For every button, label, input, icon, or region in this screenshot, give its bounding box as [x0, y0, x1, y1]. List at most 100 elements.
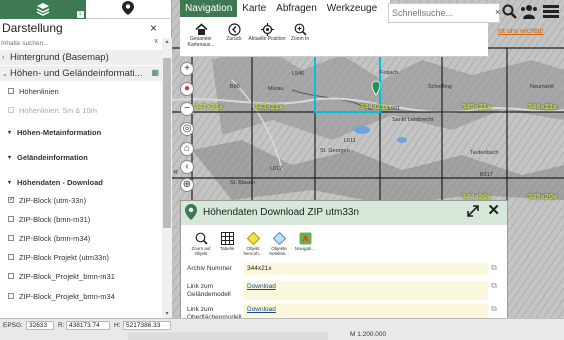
location-pin-button[interactable]: ●: [180, 82, 194, 96]
layer-checkbox[interactable]: [8, 216, 14, 222]
layer-list-scrollbar[interactable]: ▴ ▾: [162, 38, 172, 318]
popup-tool-label: Zoom auf Objekt: [191, 246, 211, 256]
r-value: 438173.74: [66, 321, 110, 330]
zoom-to-object-icon: [195, 232, 208, 245]
layer-zip-block-bmn-m31[interactable]: ZIP-Block (bmn-m31): [0, 213, 162, 225]
popup-title: Höhendaten Download ZIP utm33n: [203, 207, 360, 218]
home-button[interactable]: ⌂: [180, 142, 194, 156]
location-tab[interactable]: [85, 0, 171, 19]
close-popup-button[interactable]: ✕: [487, 203, 500, 219]
layers-tab[interactable]: 1: [0, 0, 86, 19]
layer-checkbox[interactable]: [8, 293, 14, 299]
attribute-row-gelaendemodell: Link zum Geländemodell Download ⧉: [184, 281, 500, 301]
popup-header: Höhendaten Download ZIP utm33n ✕: [181, 201, 507, 225]
panel-title: Darstellung: [2, 21, 63, 35]
zoom-box-button[interactable]: ◎: [180, 122, 194, 136]
collapse-panel-button[interactable]: «: [173, 166, 178, 176]
layer-hoehenlinien[interactable]: Höhenlinien: [0, 85, 162, 97]
road-label: L611: [344, 138, 356, 144]
layer-search-input[interactable]: [0, 38, 150, 49]
back-button[interactable]: ‹: [180, 160, 194, 174]
group-label: Hintergrund (Basemap): [10, 52, 109, 63]
copy-icon[interactable]: ⧉: [488, 263, 500, 275]
clear-search-icon[interactable]: x: [155, 38, 159, 45]
grid-label: 346x21x: [528, 102, 558, 111]
maximize-icon[interactable]: [467, 205, 479, 219]
layer-label: ZIP-Block (bmn-m31): [19, 214, 91, 224]
zoom-in-icon: [293, 22, 307, 36]
road-label: B317: [480, 172, 493, 178]
layer-label: ZIP-Block_Projekt_bmn-m34: [19, 291, 115, 301]
tab-abfragen[interactable]: Abfragen: [271, 0, 322, 17]
ribbon-tabs: Navigation Karte Abfragen Werkzeuge: [180, 0, 390, 17]
quick-search: [388, 3, 500, 23]
layer-zip-block-projekt-utm33n[interactable]: ZIP-Block Projekt (utm33n): [0, 251, 162, 263]
users-icon[interactable]: [520, 4, 538, 21]
group-elevation[interactable]: ⌄ Höhen- und Geländeinformati... ▦: [0, 66, 162, 81]
copy-icon[interactable]: ⧉: [488, 281, 500, 300]
status-bar: EPSG: 32633 R: 438173.74 H: 5217386.33 M…: [0, 318, 564, 340]
popup-tool-label: Navigati...: [294, 246, 315, 251]
road-label: L501: [388, 106, 401, 112]
attribute-key: Archiv Nummer: [184, 263, 244, 275]
group-gelaendeinformation[interactable]: ▾ Geländeinformation: [0, 151, 162, 163]
grid-label: 345x21x: [462, 102, 492, 111]
clear-quick-search-icon[interactable]: ×: [495, 7, 500, 17]
table-button[interactable]: Tabelle: [214, 232, 240, 251]
quick-search-input[interactable]: [389, 4, 489, 22]
layer-checkbox[interactable]: [8, 107, 14, 113]
layer-zip-block-utm33n[interactable]: ✓ ZIP-Block (utm-33n): [0, 194, 162, 206]
highlight-object-button[interactable]: Objekt hervorh...: [240, 231, 266, 256]
layer-checkbox[interactable]: [8, 273, 14, 279]
layer-label: ZIP-Block (utm-33n): [19, 195, 87, 205]
search-icon[interactable]: [502, 4, 517, 21]
download-link-oberflaechenmodell[interactable]: Download: [247, 306, 276, 313]
scroll-up-icon[interactable]: ▴: [162, 38, 172, 46]
scroll-thumb[interactable]: [163, 58, 171, 228]
layer-checkbox[interactable]: [8, 235, 14, 241]
layer-label: ZIP-Block_Projekt_bmn-m31: [19, 271, 115, 281]
menu-icon[interactable]: [543, 5, 559, 20]
town-label: Neumarkt: [530, 84, 554, 90]
layer-panel: 1 Darstellung × x › Hintergrund (Basemap…: [0, 0, 172, 318]
layer-checkbox-checked[interactable]: ✓: [8, 197, 14, 203]
layer-checkbox[interactable]: [8, 88, 14, 94]
tab-navigation[interactable]: Navigation: [180, 0, 238, 17]
select-objects-button[interactable]: Objekte Selektie...: [266, 231, 292, 256]
layer-label: Höhen-Metainformation: [17, 127, 102, 137]
layer-label: ZIP-Block Projekt (utm33n): [19, 252, 110, 262]
group-basemap[interactable]: › Hintergrund (Basemap): [0, 50, 162, 65]
attribute-key: Link zum Geländemodell: [184, 281, 244, 300]
layer-checkbox[interactable]: [8, 254, 14, 260]
road-label: L612: [270, 166, 283, 172]
zoom-in-button[interactable]: +: [180, 62, 194, 76]
navigation-button[interactable]: Navigati...: [292, 232, 318, 251]
navigation-icon: [299, 232, 312, 245]
layer-zip-block-projekt-bmn-m34[interactable]: ZIP-Block_Projekt_bmn-m34: [0, 290, 162, 302]
zoom-out-button[interactable]: −: [180, 102, 194, 116]
tab-karte[interactable]: Karte: [237, 0, 271, 17]
epsg-value[interactable]: 32633: [26, 321, 54, 330]
crosshair-icon: [260, 22, 274, 36]
legend-icon[interactable]: ▦: [151, 68, 159, 77]
home-icon: [194, 22, 208, 36]
tool-label: Gesamter Kartenaus...: [187, 36, 215, 48]
group-hoehen-metainformation[interactable]: ▾ Höhen-Metainformation: [0, 126, 162, 138]
zoom-in-tool-button[interactable]: Zoom In: [281, 22, 319, 43]
group-hoehendaten-download[interactable]: ▾ Höhendaten - Download: [0, 176, 162, 188]
select-objects-icon: [272, 231, 286, 246]
popup-tool-label: Objekt hervorh...: [243, 246, 263, 256]
feedback-link[interactable]: ist uns wichtig!: [498, 28, 544, 35]
chevron-right-icon: ›: [2, 54, 5, 61]
locate-button[interactable]: ⊕: [180, 178, 194, 192]
layer-hoehenlinien-5m-10m[interactable]: Höhenlinien: 5m & 10m: [0, 104, 162, 116]
close-icon[interactable]: ×: [150, 22, 157, 34]
layer-zip-block-bmn-m34[interactable]: ZIP-Block (bmn-m34): [0, 232, 162, 244]
zoom-to-object-button[interactable]: Zoom auf Objekt: [188, 232, 214, 256]
scroll-down-icon[interactable]: ▾: [162, 310, 172, 318]
layer-zip-block-projekt-bmn-m31[interactable]: ZIP-Block_Projekt_bmn-m31: [0, 270, 162, 282]
download-link-gelaendemodell[interactable]: Download: [247, 283, 276, 290]
scale-text: M 1:200.000: [350, 331, 387, 338]
tab-werkzeuge[interactable]: Werkzeuge: [322, 0, 382, 17]
road-label: L546: [292, 71, 305, 77]
